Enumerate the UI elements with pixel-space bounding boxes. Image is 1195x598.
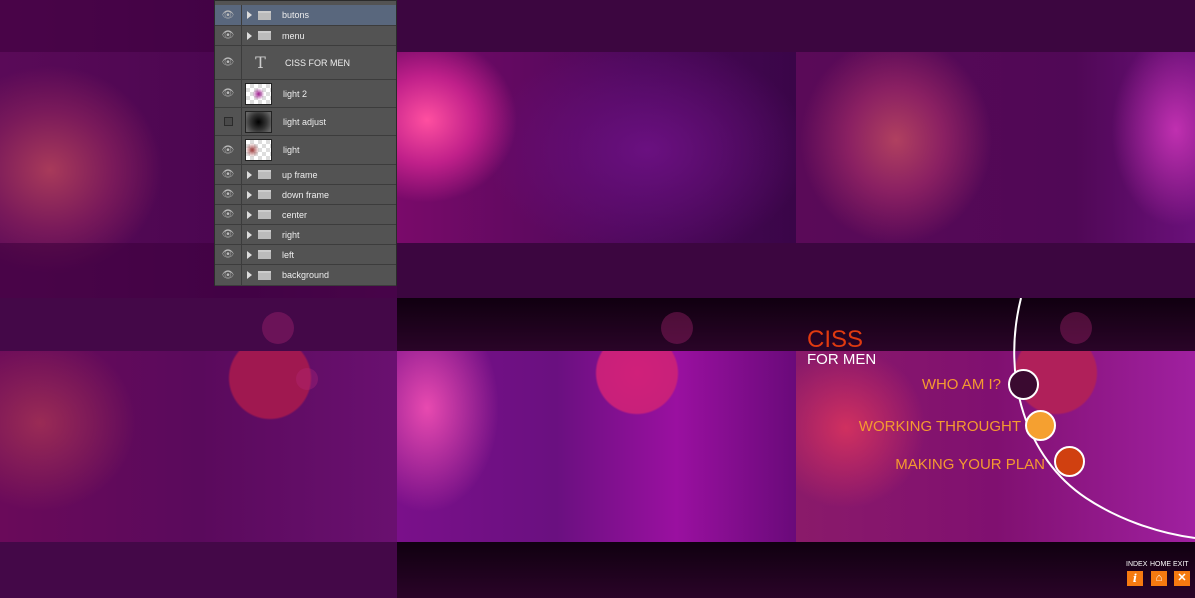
folder-icon xyxy=(258,250,271,259)
menu-dot-2[interactable] xyxy=(1025,410,1056,441)
panel-bottom-left xyxy=(0,298,397,598)
folder-icon xyxy=(258,230,271,239)
folder-icon xyxy=(258,270,271,280)
panel-bottom-center xyxy=(397,298,796,598)
eye-icon[interactable]: 👁 xyxy=(215,5,242,25)
panel-top-center xyxy=(397,0,796,298)
expand-arrow-icon[interactable] xyxy=(247,190,252,199)
menu-dot-1[interactable] xyxy=(1008,369,1039,400)
layer-light[interactable]: 👁 light xyxy=(215,136,396,165)
layer-thumbnail xyxy=(245,139,272,161)
exit-button[interactable]: ✕ xyxy=(1174,571,1190,586)
layer-name: light 2 xyxy=(283,88,308,99)
layer-name: down frame xyxy=(282,189,330,200)
nav-label-exit: EXIT xyxy=(1173,561,1189,568)
expand-arrow-icon[interactable] xyxy=(247,230,252,239)
layer-thumbnail xyxy=(245,82,272,105)
eye-icon[interactable]: 👁 xyxy=(215,80,242,107)
layer-left[interactable]: 👁 left xyxy=(215,245,396,265)
eye-icon[interactable]: 👁 xyxy=(215,26,242,45)
layer-name: menu xyxy=(282,30,305,41)
home-icon: ⌂ xyxy=(1155,572,1163,584)
layer-name: left xyxy=(282,249,295,260)
eye-icon[interactable]: 👁 xyxy=(215,185,242,204)
text-layer-icon: T xyxy=(255,53,266,72)
folder-icon xyxy=(258,10,271,20)
design-title: CISS xyxy=(807,326,864,353)
menu-item-working-throught[interactable]: WORKING THROUGHT xyxy=(859,418,1021,435)
home-button[interactable]: ⌂ xyxy=(1151,571,1167,586)
nav-label-home: HOME xyxy=(1150,561,1171,568)
layer-name: background xyxy=(282,270,330,280)
layer-light-adjust[interactable]: light adjust xyxy=(215,108,396,136)
close-icon: ✕ xyxy=(1177,572,1187,584)
eye-icon[interactable]: 👁 xyxy=(215,165,242,184)
layer-light-2[interactable]: 👁 light 2 xyxy=(215,80,396,108)
layer-down-frame[interactable]: 👁 down frame xyxy=(215,185,396,205)
expand-arrow-icon[interactable] xyxy=(247,271,252,279)
expand-arrow-icon[interactable] xyxy=(247,250,252,259)
info-icon: i xyxy=(1132,572,1138,585)
menu-item-who-am-i[interactable]: WHO AM I? xyxy=(922,376,1001,393)
layer-ciss-for-men[interactable]: 👁 T CISS FOR MEN xyxy=(215,46,396,80)
layer-up-frame[interactable]: 👁 up frame xyxy=(215,165,396,185)
eye-icon[interactable]: 👁 xyxy=(215,205,242,224)
layer-thumbnail xyxy=(245,110,272,133)
eye-icon[interactable]: 👁 xyxy=(215,265,242,285)
expand-arrow-icon[interactable] xyxy=(247,170,252,179)
eye-icon[interactable]: 👁 xyxy=(215,225,242,244)
layer-name: right xyxy=(282,229,300,240)
layer-name: butons xyxy=(282,10,310,20)
eye-icon[interactable]: 👁 xyxy=(215,136,242,164)
index-button[interactable]: i xyxy=(1127,571,1143,586)
nav-label-index: INDEX xyxy=(1126,561,1148,568)
menu-dot-3[interactable] xyxy=(1054,446,1085,477)
visibility-toggle[interactable] xyxy=(215,108,242,135)
eye-icon[interactable]: 👁 xyxy=(215,245,242,264)
expand-arrow-icon[interactable] xyxy=(247,31,252,40)
layer-name: light adjust xyxy=(283,116,327,127)
folder-icon xyxy=(258,170,271,179)
folder-icon xyxy=(258,31,271,40)
layer-center[interactable]: 👁 center xyxy=(215,205,396,225)
layer-butons[interactable]: 👁 butons xyxy=(215,5,396,26)
expand-arrow-icon[interactable] xyxy=(247,11,252,19)
layer-menu[interactable]: 👁 menu xyxy=(215,26,396,46)
folder-icon xyxy=(258,190,271,199)
layer-name: up frame xyxy=(282,169,318,180)
layers-panel: 👁 butons 👁 menu 👁 T CISS FOR MEN 👁 light 2 li… xyxy=(214,0,397,286)
layer-name: CISS FOR MEN xyxy=(285,57,351,68)
expand-arrow-icon[interactable] xyxy=(247,210,252,219)
layer-name: center xyxy=(282,209,308,220)
design-subtitle: FOR MEN xyxy=(807,351,877,368)
menu-item-making-your-plan[interactable]: MAKING YOUR PLAN xyxy=(895,456,1045,473)
folder-icon xyxy=(258,210,271,219)
panel-top-right xyxy=(796,0,1195,298)
eye-icon[interactable]: 👁 xyxy=(215,46,242,79)
layer-right[interactable]: 👁 right xyxy=(215,225,396,245)
layer-name: light xyxy=(283,145,300,155)
layer-background[interactable]: 👁 background xyxy=(215,265,396,286)
